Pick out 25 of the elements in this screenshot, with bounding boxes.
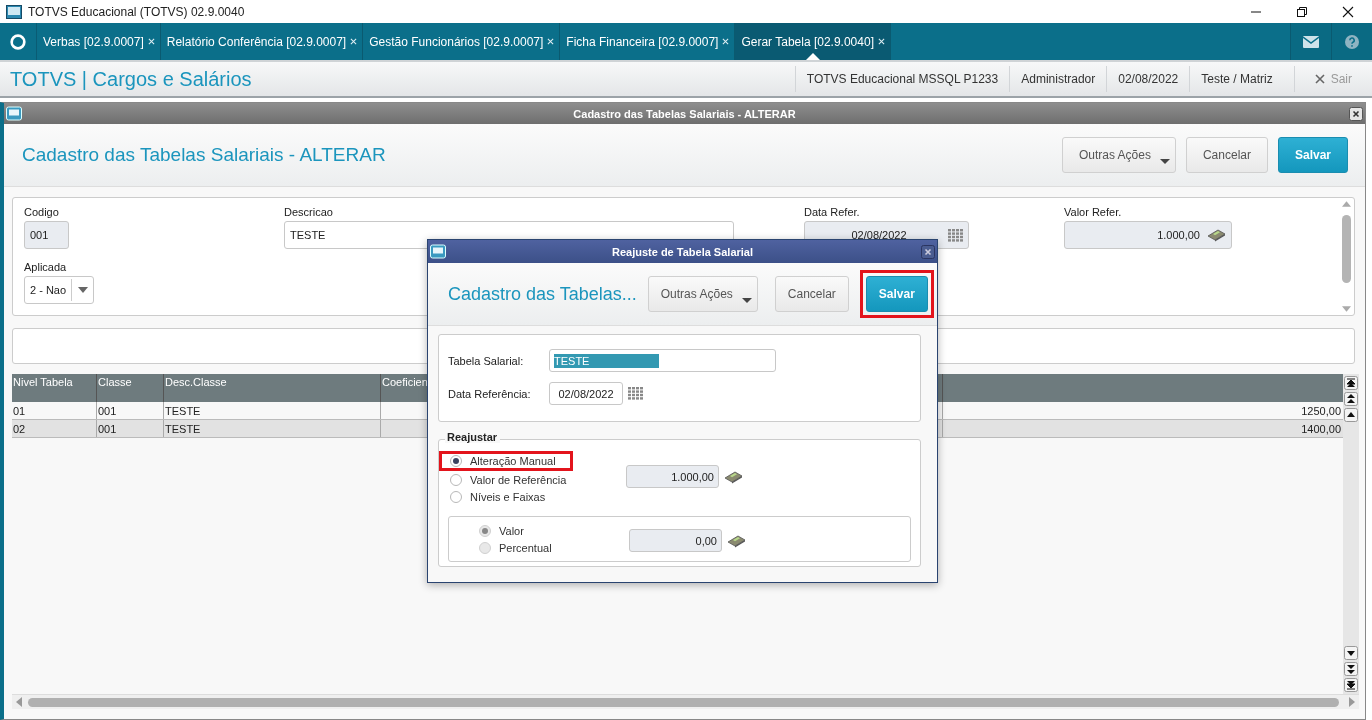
session-info: Administrador [1009, 66, 1107, 92]
field-label: Aplicada [24, 261, 68, 274]
session-info: TOTVS Educacional MSSQL P1233 [794, 66, 1010, 92]
table-cell: TESTE [164, 402, 381, 419]
table-cell: 01 [12, 402, 97, 419]
table-cell-text: 1400,00 [1300, 421, 1342, 437]
app-title: TOTVS | Cargos e Salários [10, 67, 252, 91]
field-label: Descricao [284, 206, 334, 219]
window-title: TOTVS Educacional (TOTVS) 02.9.0040 [28, 4, 245, 19]
window-title: Cadastro das Tabelas Salariais - ALTERAR [573, 107, 796, 120]
dialog-heading: Cadastro das Tabelas... [448, 283, 637, 305]
field-label: Data Refer. [804, 206, 861, 219]
group-title: Reajustar [445, 431, 501, 443]
table-cell-text: 1250,00 [1300, 403, 1342, 419]
field-label: Codigo [24, 206, 60, 219]
field-label: Tabela Salarial: [448, 354, 525, 367]
table-cell: TESTE [164, 420, 381, 437]
session-info: Teste / Matriz [1189, 66, 1284, 92]
field-label: Valor Refer. [1064, 206, 1123, 219]
session-info: 02/08/2022 [1106, 66, 1190, 92]
field-label: Data Referência: [448, 387, 532, 400]
page-heading: Cadastro das Tabelas Salariais - ALTERAR [22, 144, 386, 166]
table-cell: 02 [12, 420, 97, 437]
table-cell: 001 [97, 420, 164, 437]
table-cell: 001 [97, 402, 164, 419]
